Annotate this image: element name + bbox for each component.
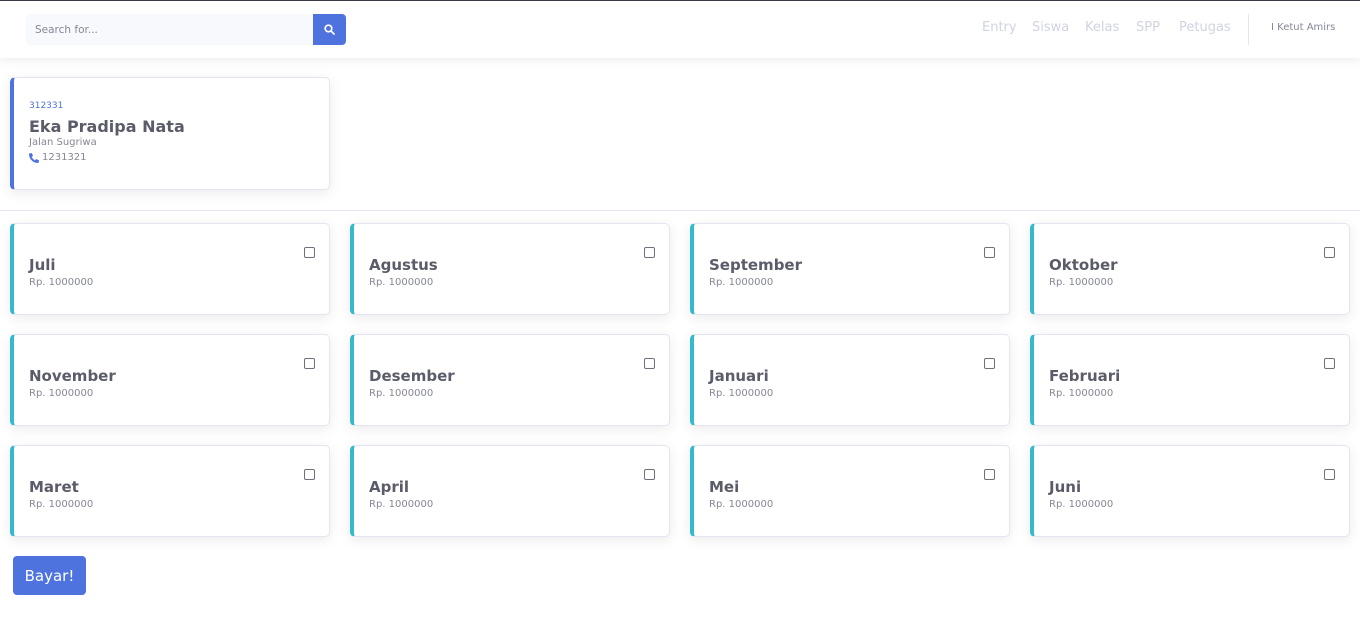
month-checkbox[interactable] [644,358,655,369]
month-name: September [709,256,802,274]
month-name: Desember [369,367,455,385]
month-price: Rp. 1000000 [709,388,774,399]
topbar-divider [1248,14,1249,45]
month-checkbox[interactable] [984,469,995,480]
month-name: Agustus [369,256,438,274]
pay-button[interactable]: Bayar! [13,556,86,595]
month-card-mei[interactable]: Mei Rp. 1000000 [690,445,1010,537]
month-name: Januari [709,367,769,385]
month-price: Rp. 1000000 [369,499,434,510]
month-card-juli[interactable]: Juli Rp. 1000000 [10,223,330,315]
month-price: Rp. 1000000 [29,277,94,288]
month-price: Rp. 1000000 [369,388,434,399]
nav-petugas[interactable]: Petugas [1179,20,1231,35]
month-checkbox[interactable] [644,247,655,258]
month-card-juni[interactable]: Juni Rp. 1000000 [1030,445,1350,537]
month-name: Maret [29,478,79,496]
month-name: Juli [29,256,56,274]
month-price: Rp. 1000000 [29,388,94,399]
month-checkbox[interactable] [984,358,995,369]
month-card-september[interactable]: September Rp. 1000000 [690,223,1010,315]
month-name: Oktober [1049,256,1118,274]
nav-kelas[interactable]: Kelas [1085,20,1119,35]
month-name: Juni [1049,478,1082,496]
month-checkbox[interactable] [984,247,995,258]
month-price: Rp. 1000000 [29,499,94,510]
month-checkbox[interactable] [1324,247,1335,258]
month-card-agustus[interactable]: Agustus Rp. 1000000 [350,223,670,315]
student-card: 312331 Eka Pradipa Nata Jalan Sugriwa 12… [10,77,330,190]
month-price: Rp. 1000000 [1049,499,1114,510]
month-checkbox[interactable] [304,358,315,369]
phone-icon [29,152,39,163]
month-name: Februari [1049,367,1121,385]
topbar: Entry Siswa Kelas SPP Petugas I Ketut Am… [0,1,1360,58]
month-card-februari[interactable]: Februari Rp. 1000000 [1030,334,1350,426]
month-name: Mei [709,478,740,496]
month-checkbox[interactable] [304,469,315,480]
month-card-oktober[interactable]: Oktober Rp. 1000000 [1030,223,1350,315]
month-card-april[interactable]: April Rp. 1000000 [350,445,670,537]
student-address: Jalan Sugriwa [29,137,97,148]
month-checkbox[interactable] [644,469,655,480]
student-nisn: 312331 [29,101,64,111]
month-price: Rp. 1000000 [709,277,774,288]
month-checkbox[interactable] [304,247,315,258]
month-checkbox[interactable] [1324,358,1335,369]
section-divider [0,210,1360,211]
month-price: Rp. 1000000 [709,499,774,510]
nav-spp[interactable]: SPP [1136,20,1160,35]
month-card-januari[interactable]: Januari Rp. 1000000 [690,334,1010,426]
month-price: Rp. 1000000 [1049,388,1114,399]
month-card-november[interactable]: November Rp. 1000000 [10,334,330,426]
month-card-desember[interactable]: Desember Rp. 1000000 [350,334,670,426]
top-nav: Entry Siswa Kelas SPP Petugas [0,20,1360,38]
user-name[interactable]: I Ketut Amirs [1271,22,1335,33]
student-name: Eka Pradipa Nata [29,117,185,136]
month-card-maret[interactable]: Maret Rp. 1000000 [10,445,330,537]
month-name: April [369,478,410,496]
student-phone: 1231321 [29,152,87,163]
student-phone-number: 1231321 [42,152,87,163]
nav-siswa[interactable]: Siswa [1032,20,1069,35]
month-name: November [29,367,116,385]
nav-entry[interactable]: Entry [982,20,1017,35]
month-price: Rp. 1000000 [1049,277,1114,288]
month-checkbox[interactable] [1324,469,1335,480]
month-price: Rp. 1000000 [369,277,434,288]
